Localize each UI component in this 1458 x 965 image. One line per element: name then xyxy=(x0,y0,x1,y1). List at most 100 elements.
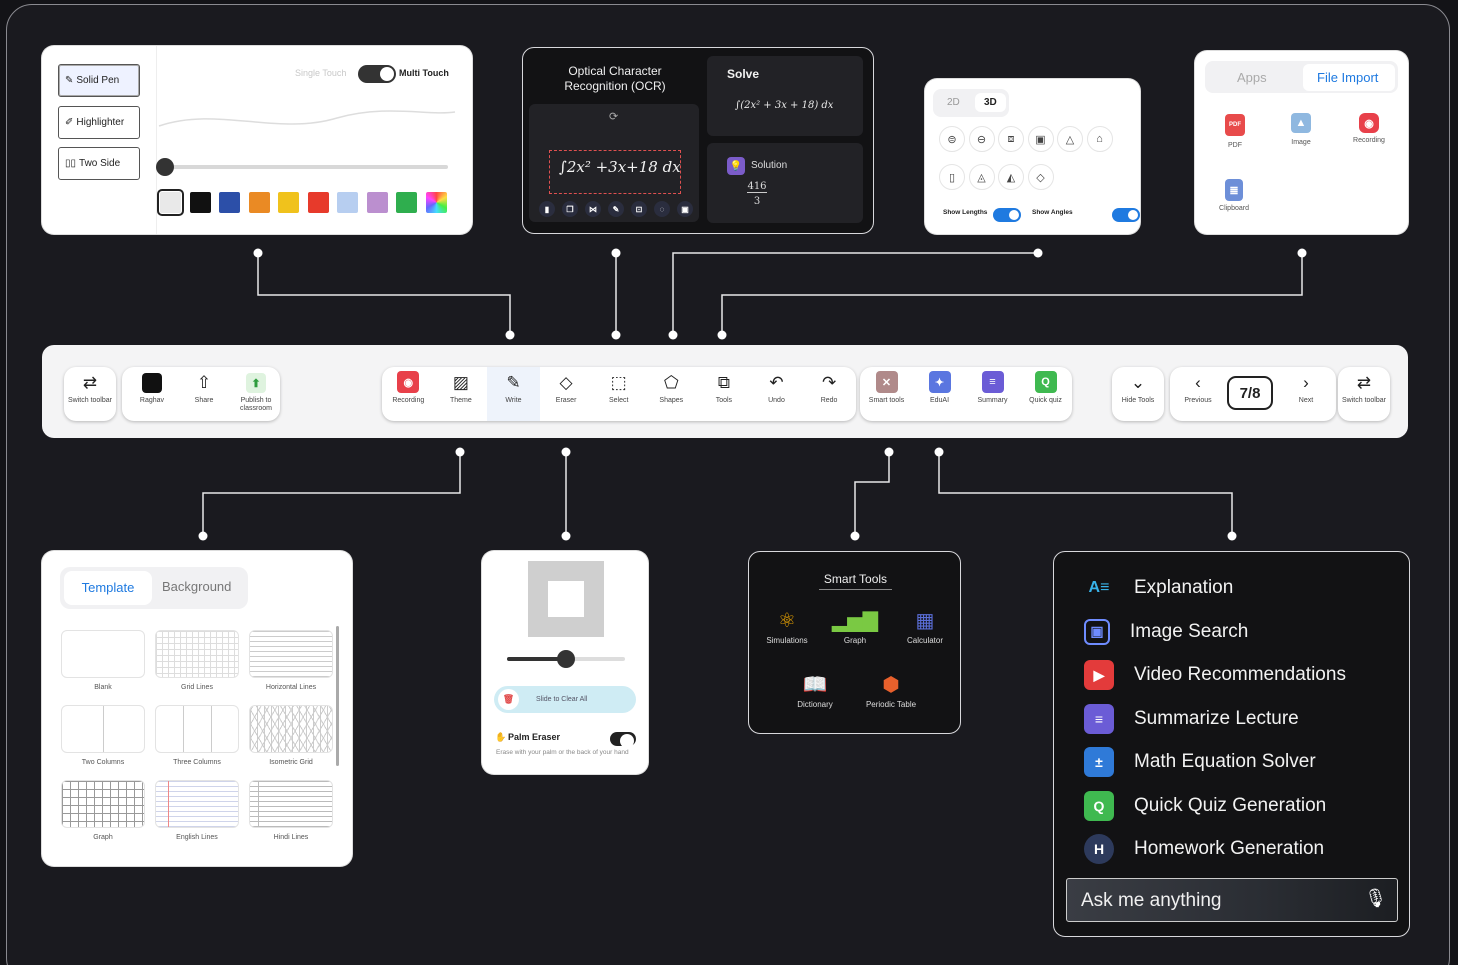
triangular-pyramid-icon[interactable]: ◭ xyxy=(998,164,1024,190)
tool-eraser[interactable]: ◇ Eraser xyxy=(540,367,593,421)
template-thumb[interactable] xyxy=(249,705,333,753)
import-image[interactable]: ▲ Image xyxy=(1281,113,1321,146)
hemisphere-icon[interactable]: ⊖ xyxy=(968,126,995,152)
show-lengths-toggle[interactable] xyxy=(993,207,1021,222)
color-swatch[interactable] xyxy=(337,192,358,213)
tool-redo[interactable]: ↷ Redo xyxy=(803,367,856,421)
thickness-slider[interactable] xyxy=(158,165,448,169)
color-swatch[interactable] xyxy=(189,192,211,213)
tool-undo[interactable]: ↶ Undo xyxy=(750,367,803,421)
delete-icon[interactable]: ▮ xyxy=(539,201,555,217)
tool-publish-to-classroom[interactable]: ⬆ Publish to classroom xyxy=(230,367,282,421)
ai-feature-item[interactable]: A≡ Explanation xyxy=(1084,573,1234,603)
tab-3d[interactable]: 3D xyxy=(975,93,1006,112)
ask-input[interactable]: Ask me anything 🎙 xyxy=(1066,878,1398,922)
ai-feature-item[interactable]: ≡ Summarize Lecture xyxy=(1084,703,1299,734)
template-thumb[interactable] xyxy=(61,705,145,753)
ai-feature-item[interactable]: ▣ Image Search xyxy=(1084,617,1248,647)
tool-theme[interactable]: ▨ Theme xyxy=(435,367,488,421)
two-side-label: Two Side xyxy=(79,158,121,169)
color-swatch[interactable] xyxy=(366,192,388,213)
toolbar-user-group: Raghav ⇧ Share ⬆ Publish to classroom xyxy=(122,367,280,421)
tool-switch-toolbar[interactable]: ⇄ Switch toolbar xyxy=(64,367,116,421)
prism-icon[interactable]: ◇ xyxy=(1027,164,1054,190)
template-thumb[interactable] xyxy=(249,630,333,678)
show-angles-toggle[interactable] xyxy=(1112,207,1140,222)
tool-label: Quick quiz xyxy=(1029,397,1062,404)
smart-simulations[interactable]: ⚛ Simulations xyxy=(757,608,817,645)
template-thumb[interactable] xyxy=(155,705,239,753)
slide-to-clear[interactable]: 🗑 Slide to Clear All xyxy=(494,686,636,713)
edit-icon[interactable]: ✎ xyxy=(608,201,624,217)
tool-next[interactable]: › Next xyxy=(1280,367,1332,421)
shapes-icon[interactable]: ◌ xyxy=(654,201,670,217)
ai-feature-label: Math Equation Solver xyxy=(1134,751,1316,772)
smart-graph[interactable]: ▂▅▇ Graph xyxy=(825,608,885,645)
tool-select[interactable]: ⬚ Select xyxy=(592,367,645,421)
tab-file-import[interactable]: File Import xyxy=(1303,64,1395,91)
color-swatch[interactable] xyxy=(425,192,447,213)
smart-dictionary[interactable]: 📖 Dictionary xyxy=(785,672,845,709)
ai-feature-item[interactable]: H Homework Generation xyxy=(1084,834,1324,864)
tool-smart-tools[interactable]: ✕ Smart tools xyxy=(860,367,913,421)
import-pdf[interactable]: PDF PDF xyxy=(1215,113,1255,149)
tool-quick-quiz[interactable]: Q Quick quiz xyxy=(1019,367,1072,421)
tool-previous[interactable]: ‹ Previous xyxy=(1172,367,1224,421)
crop-icon[interactable]: ⊡ xyxy=(631,201,647,217)
tab-apps[interactable]: Apps xyxy=(1237,70,1267,85)
template-thumb[interactable] xyxy=(61,630,145,678)
tool-share[interactable]: ⇧ Share xyxy=(178,367,230,421)
color-swatch[interactable] xyxy=(219,192,240,213)
microphone-icon[interactable]: 🎙 xyxy=(1364,888,1387,909)
palm-eraser-toggle[interactable] xyxy=(610,731,636,748)
template-thumb[interactable] xyxy=(61,780,145,828)
import-clipboard[interactable]: ≣ Clipboard xyxy=(1211,179,1257,212)
rotate-icon[interactable]: ⟳ xyxy=(609,110,618,123)
sphere-icon[interactable]: ⊜ xyxy=(939,126,965,152)
two-side-button[interactable]: ▯▯ Two Side xyxy=(58,147,140,180)
smart-periodic-table[interactable]: ⬢ Periodic Table xyxy=(853,672,929,709)
tool-eduai[interactable]: ✦ EduAI xyxy=(913,367,966,421)
cuboid-icon[interactable]: ▣ xyxy=(1027,126,1054,152)
tab-2d[interactable]: 2D xyxy=(947,97,960,108)
color-swatch[interactable] xyxy=(278,192,299,213)
quick-quiz-icon: Q xyxy=(1084,790,1114,821)
tool-raghav[interactable]: Raghav xyxy=(126,367,178,421)
ai-feature-item[interactable]: ± Math Equation Solver xyxy=(1084,747,1316,777)
tool-summary[interactable]: ≡ Summary xyxy=(966,367,1019,421)
color-swatch[interactable] xyxy=(396,192,417,213)
template-scrollbar[interactable] xyxy=(336,626,339,766)
color-swatch[interactable] xyxy=(307,192,329,213)
highlighter-button[interactable]: ✐ Highlighter xyxy=(58,106,140,139)
color-swatch[interactable] xyxy=(157,189,184,216)
eraser-size-knob[interactable] xyxy=(557,650,575,668)
pyramid-icon[interactable]: ◬ xyxy=(968,164,995,190)
image-icon[interactable]: ▣ xyxy=(677,201,693,217)
tool-tools[interactable]: ⧉ Tools xyxy=(698,367,751,421)
smart-calculator[interactable]: ▦ Calculator xyxy=(895,608,955,645)
tab-template[interactable]: Template xyxy=(64,571,152,605)
template-thumb[interactable] xyxy=(155,780,239,828)
ai-feature-item[interactable]: Q Quick Quiz Generation xyxy=(1084,790,1326,821)
tool-hide-tools[interactable]: ⌄ Hide Tools xyxy=(1112,367,1164,421)
tool-shapes[interactable]: ⬠ Shapes xyxy=(645,367,698,421)
frustum-icon[interactable]: ⌂ xyxy=(1086,126,1113,152)
copy-icon[interactable]: ❐ xyxy=(562,201,578,217)
touch-mode-toggle[interactable] xyxy=(358,65,396,83)
color-swatch[interactable] xyxy=(248,192,270,213)
tool-switch-toolbar[interactable]: ⇄ Switch toolbar xyxy=(1338,367,1390,421)
template-thumb[interactable] xyxy=(249,780,333,828)
badge: ✦ xyxy=(928,371,951,393)
tab-background[interactable]: Background xyxy=(162,579,231,594)
thickness-slider-knob[interactable] xyxy=(156,158,174,176)
tool-write[interactable]: ✎ Write xyxy=(487,367,540,421)
solid-pen-button[interactable]: ✎ Solid Pen xyxy=(58,64,140,97)
tool-recording[interactable]: ◉ Recording xyxy=(382,367,435,421)
cylinder-icon[interactable]: ▯ xyxy=(939,164,965,190)
import-recording[interactable]: ◉ Recording xyxy=(1345,113,1393,144)
ai-feature-item[interactable]: ▶ Video Recommendations xyxy=(1084,660,1346,690)
cone-icon[interactable]: △ xyxy=(1057,126,1083,152)
template-thumb[interactable] xyxy=(155,630,239,678)
flip-icon[interactable]: ⋈ xyxy=(585,201,601,217)
cube-icon[interactable]: ⧈ xyxy=(998,126,1024,152)
